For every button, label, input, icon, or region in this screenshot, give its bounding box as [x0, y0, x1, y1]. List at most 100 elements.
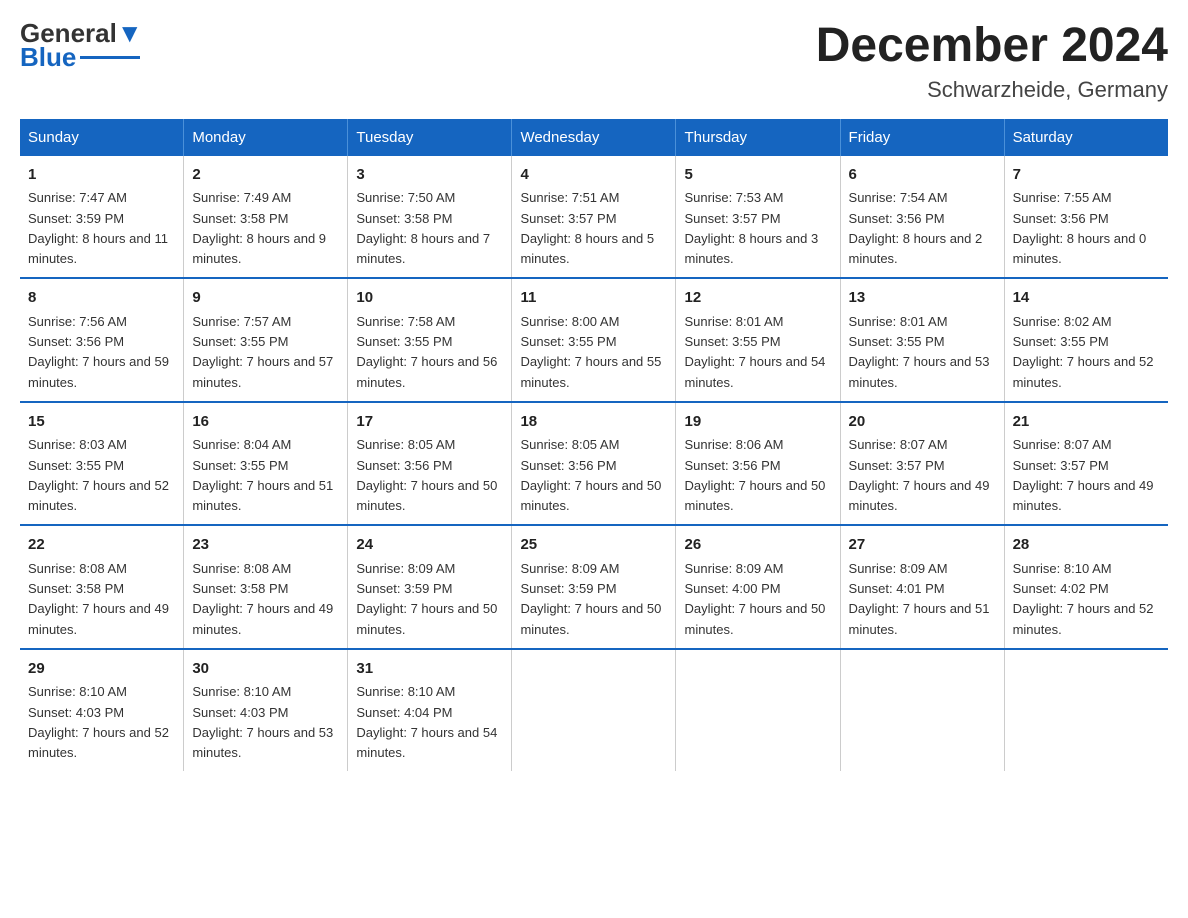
day-info: Sunrise: 7:54 AMSunset: 3:56 PMDaylight:…	[849, 190, 983, 266]
day-number: 15	[28, 411, 175, 434]
day-header-monday: Monday	[184, 119, 348, 156]
day-number: 4	[520, 164, 667, 187]
day-info: Sunrise: 8:07 AMSunset: 3:57 PMDaylight:…	[849, 437, 990, 513]
calendar-cell: 2 Sunrise: 7:49 AMSunset: 3:58 PMDaylight…	[184, 156, 348, 279]
calendar-cell: 16 Sunrise: 8:04 AMSunset: 3:55 PMDayligh…	[184, 402, 348, 526]
day-number: 8	[28, 287, 175, 310]
calendar-week-row: 29 Sunrise: 8:10 AMSunset: 4:03 PMDayligh…	[20, 649, 1168, 772]
day-info: Sunrise: 7:51 AMSunset: 3:57 PMDaylight:…	[520, 190, 654, 266]
day-header-friday: Friday	[840, 119, 1004, 156]
calendar-cell	[1004, 649, 1168, 772]
logo: General▼ Blue	[20, 20, 143, 70]
day-number: 20	[849, 411, 996, 434]
day-number: 22	[28, 534, 175, 557]
calendar-subtitle: Schwarzheide, Germany	[816, 77, 1168, 103]
calendar-cell: 23Sunrise: 8:08 AMSunset: 3:58 PMDayligh…	[184, 525, 348, 649]
day-info: Sunrise: 8:01 AMSunset: 3:55 PMDaylight:…	[849, 314, 990, 390]
day-number: 10	[356, 287, 503, 310]
day-header-sunday: Sunday	[20, 119, 184, 156]
calendar-cell: 26 Sunrise: 8:09 AMSunset: 4:00 PMDayligh…	[676, 525, 840, 649]
calendar-cell	[676, 649, 840, 772]
calendar-cell: 20 Sunrise: 8:07 AMSunset: 3:57 PMDayligh…	[840, 402, 1004, 526]
day-number: 9	[192, 287, 339, 310]
calendar-week-row: 1Sunrise: 7:47 AMSunset: 3:59 PMDaylight…	[20, 156, 1168, 279]
calendar-cell: 9Sunrise: 7:57 AMSunset: 3:55 PMDaylight…	[184, 278, 348, 402]
day-info: Sunrise: 8:10 AMSunset: 4:03 PMDaylight:…	[28, 684, 169, 760]
calendar-cell: 19 Sunrise: 8:06 AMSunset: 3:56 PMDayligh…	[676, 402, 840, 526]
day-info: Sunrise: 7:49 AMSunset: 3:58 PMDaylight:…	[192, 190, 326, 266]
day-number: 26	[684, 534, 831, 557]
day-number: 18	[520, 411, 667, 434]
day-info: Sunrise: 7:56 AMSunset: 3:56 PMDaylight:…	[28, 314, 169, 390]
calendar-cell: 31 Sunrise: 8:10 AMSunset: 4:04 PMDayligh…	[348, 649, 512, 772]
calendar-cell	[512, 649, 676, 772]
day-info: Sunrise: 7:53 AMSunset: 3:57 PMDaylight:…	[684, 190, 818, 266]
calendar-cell: 7 Sunrise: 7:55 AMSunset: 3:56 PMDaylight…	[1004, 156, 1168, 279]
day-number: 7	[1013, 164, 1160, 187]
calendar-cell: 14 Sunrise: 8:02 AMSunset: 3:55 PMDayligh…	[1004, 278, 1168, 402]
calendar-cell: 5 Sunrise: 7:53 AMSunset: 3:57 PMDaylight…	[676, 156, 840, 279]
calendar-cell: 4 Sunrise: 7:51 AMSunset: 3:57 PMDaylight…	[512, 156, 676, 279]
day-header-tuesday: Tuesday	[348, 119, 512, 156]
calendar-cell: 29 Sunrise: 8:10 AMSunset: 4:03 PMDayligh…	[20, 649, 184, 772]
calendar-cell: 28 Sunrise: 8:10 AMSunset: 4:02 PMDayligh…	[1004, 525, 1168, 649]
day-number: 21	[1013, 411, 1160, 434]
calendar-cell: 22 Sunrise: 8:08 AMSunset: 3:58 PMDayligh…	[20, 525, 184, 649]
calendar-cell: 3 Sunrise: 7:50 AMSunset: 3:58 PMDaylight…	[348, 156, 512, 279]
day-info: Sunrise: 8:10 AMSunset: 4:04 PMDaylight:…	[356, 684, 497, 760]
day-info: Sunrise: 7:50 AMSunset: 3:58 PMDaylight:…	[356, 190, 490, 266]
day-number: 13	[849, 287, 996, 310]
page-header: General▼ Blue December 2024 Schwarzheide…	[20, 20, 1168, 103]
calendar-cell: 21 Sunrise: 8:07 AMSunset: 3:57 PMDayligh…	[1004, 402, 1168, 526]
day-info: Sunrise: 8:10 AMSunset: 4:02 PMDaylight:…	[1013, 561, 1154, 637]
day-number: 24	[356, 534, 503, 557]
calendar-table: SundayMondayTuesdayWednesdayThursdayFrid…	[20, 119, 1168, 772]
calendar-week-row: 22 Sunrise: 8:08 AMSunset: 3:58 PMDayligh…	[20, 525, 1168, 649]
day-number: 16	[192, 411, 339, 434]
day-number: 29	[28, 658, 175, 681]
calendar-cell: 17Sunrise: 8:05 AMSunset: 3:56 PMDayligh…	[348, 402, 512, 526]
day-number: 27	[849, 534, 996, 557]
day-info: Sunrise: 8:09 AMSunset: 3:59 PMDaylight:…	[520, 561, 661, 637]
day-info: Sunrise: 8:00 AMSunset: 3:55 PMDaylight:…	[520, 314, 661, 390]
day-number: 30	[192, 658, 339, 681]
day-info: Sunrise: 7:58 AMSunset: 3:55 PMDaylight:…	[356, 314, 497, 390]
calendar-cell: 18Sunrise: 8:05 AMSunset: 3:56 PMDayligh…	[512, 402, 676, 526]
day-number: 5	[684, 164, 831, 187]
day-info: Sunrise: 8:09 AMSunset: 3:59 PMDaylight:…	[356, 561, 497, 637]
calendar-week-row: 8 Sunrise: 7:56 AMSunset: 3:56 PMDaylight…	[20, 278, 1168, 402]
day-info: Sunrise: 8:02 AMSunset: 3:55 PMDaylight:…	[1013, 314, 1154, 390]
day-header-wednesday: Wednesday	[512, 119, 676, 156]
calendar-cell: 13 Sunrise: 8:01 AMSunset: 3:55 PMDayligh…	[840, 278, 1004, 402]
day-info: Sunrise: 8:09 AMSunset: 4:01 PMDaylight:…	[849, 561, 990, 637]
day-info: Sunrise: 7:55 AMSunset: 3:56 PMDaylight:…	[1013, 190, 1147, 266]
calendar-cell: 8 Sunrise: 7:56 AMSunset: 3:56 PMDaylight…	[20, 278, 184, 402]
day-number: 14	[1013, 287, 1160, 310]
day-info: Sunrise: 8:09 AMSunset: 4:00 PMDaylight:…	[684, 561, 825, 637]
calendar-cell	[840, 649, 1004, 772]
day-info: Sunrise: 8:04 AMSunset: 3:55 PMDaylight:…	[192, 437, 333, 513]
day-number: 28	[1013, 534, 1160, 557]
day-info: Sunrise: 8:08 AMSunset: 3:58 PMDaylight:…	[28, 561, 169, 637]
day-number: 2	[192, 164, 339, 187]
day-number: 31	[356, 658, 503, 681]
calendar-cell: 6Sunrise: 7:54 AMSunset: 3:56 PMDaylight…	[840, 156, 1004, 279]
day-info: Sunrise: 8:06 AMSunset: 3:56 PMDaylight:…	[684, 437, 825, 513]
calendar-week-row: 15Sunrise: 8:03 AMSunset: 3:55 PMDayligh…	[20, 402, 1168, 526]
day-info: Sunrise: 8:10 AMSunset: 4:03 PMDaylight:…	[192, 684, 333, 760]
day-number: 19	[684, 411, 831, 434]
title-block: December 2024 Schwarzheide, Germany	[816, 20, 1168, 103]
calendar-cell: 24 Sunrise: 8:09 AMSunset: 3:59 PMDayligh…	[348, 525, 512, 649]
day-number: 11	[520, 287, 667, 310]
day-header-thursday: Thursday	[676, 119, 840, 156]
day-info: Sunrise: 8:07 AMSunset: 3:57 PMDaylight:…	[1013, 437, 1154, 513]
calendar-cell: 11 Sunrise: 8:00 AMSunset: 3:55 PMDayligh…	[512, 278, 676, 402]
day-number: 25	[520, 534, 667, 557]
day-info: Sunrise: 8:08 AMSunset: 3:58 PMDaylight:…	[192, 561, 333, 637]
day-header-saturday: Saturday	[1004, 119, 1168, 156]
day-number: 12	[684, 287, 831, 310]
day-info: Sunrise: 7:47 AMSunset: 3:59 PMDaylight:…	[28, 190, 168, 266]
day-number: 3	[356, 164, 503, 187]
calendar-cell: 1Sunrise: 7:47 AMSunset: 3:59 PMDaylight…	[20, 156, 184, 279]
calendar-title: December 2024	[816, 20, 1168, 73]
